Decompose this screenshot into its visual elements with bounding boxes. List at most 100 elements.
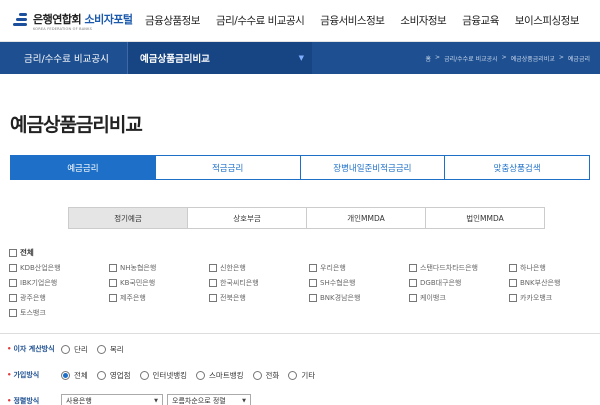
chevron-down-icon: ▼ (242, 398, 246, 404)
radio-compound-interest[interactable]: 복리 (96, 344, 124, 355)
bank-checkbox[interactable]: 우리은행 (309, 261, 409, 274)
checkbox-icon (209, 263, 217, 272)
checkbox-icon (109, 278, 117, 287)
bank-checkbox[interactable]: 광주은행 (9, 291, 109, 304)
bank-checkbox[interactable]: IBK기업은행 (9, 276, 109, 289)
tab-custom-search[interactable]: 맞춤상품검색 (444, 156, 589, 179)
bank-label: BNK경남은행 (320, 293, 361, 302)
checkbox-icon (309, 278, 317, 287)
divider (0, 333, 600, 334)
radio-join-smart[interactable]: 스마트뱅킹 (196, 370, 244, 381)
breadcrumb-separator: > (558, 53, 564, 61)
radio-icon (96, 344, 106, 354)
subtab-personal-mmda[interactable]: 개인MMDA (306, 207, 426, 229)
radio-icon (196, 370, 206, 380)
logo-mark-icon (13, 12, 30, 29)
bank-label: 토스뱅크 (20, 308, 46, 317)
checkbox-icon (509, 263, 517, 272)
nav-item-consumer[interactable]: 소비자정보 (400, 13, 446, 28)
bank-label: 신한은행 (220, 263, 246, 272)
join-method-label: • 가입방식 (7, 371, 40, 379)
sort-field-select[interactable]: 사용은행 ▼ (61, 393, 163, 405)
breadcrumb: 홈 > 금리/수수료 비교공시 > 예금상품금리비교 > 예금금리 (312, 54, 600, 63)
bank-checkbox[interactable]: DGB대구은행 (409, 276, 509, 289)
bank-label: 한국씨티은행 (220, 278, 259, 287)
chevron-down-icon: ▼ (298, 54, 304, 62)
bank-label: 스탠다드차타드은행 (420, 263, 478, 272)
bank-label: 하나은행 (520, 263, 546, 272)
breadcrumb-home[interactable]: 홈 (426, 54, 432, 63)
bank-label: BNK부산은행 (520, 278, 561, 287)
breadcrumb-rates[interactable]: 금리/수수료 비교공시 (444, 54, 498, 63)
nav-item-services[interactable]: 금융서비스정보 (320, 13, 385, 28)
bank-label: IBK기업은행 (20, 278, 58, 287)
checkbox-icon (109, 263, 117, 272)
radio-icon (61, 344, 70, 354)
checkbox-icon (109, 293, 117, 302)
bank-checkbox[interactable]: BNK경남은행 (309, 291, 409, 304)
location-level1[interactable]: 금리/수수료 비교공시 (0, 42, 128, 74)
radio-icon (139, 370, 149, 380)
logo[interactable]: 은행연합회 소비자포털 KOREA FEDERATION OF BANKS (0, 11, 145, 31)
radio-icon (96, 370, 106, 380)
subtab-fixed-deposit[interactable]: 정기예금 (68, 207, 188, 229)
bank-label: 카카오뱅크 (520, 293, 553, 302)
all-banks-checkbox[interactable]: 전체 (9, 246, 600, 259)
tab-deposit-rate[interactable]: 예금금리 (11, 156, 155, 179)
breadcrumb-deposit-compare[interactable]: 예금상품금리비교 (511, 54, 555, 63)
bank-label: 광주은행 (20, 293, 46, 302)
checkbox-icon (9, 248, 17, 257)
radio-simple-interest[interactable]: 단리 (61, 344, 88, 355)
sub-tabs: 정기예금 상호부금 개인MMDA 법인MMDA (68, 207, 600, 229)
radio-join-other[interactable]: 기타 (288, 370, 315, 381)
bank-checkbox[interactable]: 한국씨티은행 (209, 276, 309, 289)
bank-label: 제주은행 (120, 293, 146, 302)
chevron-down-icon: ▼ (154, 398, 158, 404)
bank-checkbox[interactable]: 전북은행 (209, 291, 309, 304)
logo-subtitle: KOREA FEDERATION OF BANKS (33, 26, 93, 31)
radio-selected-icon (61, 370, 70, 380)
bank-checkbox[interactable]: KB국민은행 (109, 276, 209, 289)
nav-item-education[interactable]: 금융교육 (462, 13, 499, 28)
bank-checkbox[interactable]: 하나은행 (509, 261, 600, 274)
bank-checkbox[interactable]: SH수협은행 (309, 276, 409, 289)
checkbox-icon (309, 263, 317, 272)
subtab-corporate-mmda[interactable]: 법인MMDA (425, 207, 545, 229)
bank-checkbox[interactable]: 토스뱅크 (9, 306, 109, 319)
subtab-installment[interactable]: 상호부금 (187, 207, 307, 229)
bank-selector: 전체 KDB산업은행 NH농협은행 신한은행 우리은행 스탠다드차타드은행 하나은행 IBK… (0, 229, 600, 319)
bank-checkbox[interactable]: KDB산업은행 (9, 261, 109, 274)
bank-label: 케이뱅크 (420, 293, 446, 302)
bank-checkbox[interactable]: 스탠다드차타드은행 (409, 261, 509, 274)
page-title: 예금상품금리비교 (10, 114, 143, 136)
bank-label: SH수협은행 (320, 278, 356, 287)
bank-checkbox[interactable]: BNK부산은행 (509, 276, 600, 289)
interest-method-label: • 이자 계산방식 (7, 345, 55, 353)
radio-join-internet[interactable]: 인터넷뱅킹 (139, 370, 187, 381)
bank-checkbox[interactable]: 케이뱅크 (409, 291, 509, 304)
location-level2-label: 예금상품금리비교 (140, 54, 210, 65)
main-tabs: 예금금리 적금금리 장병내일준비적금금리 맞춤상품검색 (10, 155, 590, 180)
radio-join-branch[interactable]: 영업점 (96, 370, 131, 381)
checkbox-icon (409, 263, 417, 272)
bank-checkbox[interactable]: 카카오뱅크 (509, 291, 600, 304)
bank-label: NH농협은행 (120, 263, 157, 272)
radio-icon (288, 370, 298, 380)
bank-label: 우리은행 (320, 263, 346, 272)
tab-savings-rate[interactable]: 적금금리 (154, 156, 300, 179)
bank-checkbox[interactable]: 제주은행 (109, 291, 209, 304)
breadcrumb-separator: > (501, 53, 507, 61)
bank-label: 전북은행 (220, 293, 246, 302)
sort-order-select[interactable]: 오름차순으로 정렬 ▼ (167, 393, 251, 405)
tab-soldier-savings[interactable]: 장병내일준비적금금리 (299, 156, 445, 179)
radio-join-all[interactable]: 전체 (61, 370, 88, 381)
bank-checkbox[interactable]: NH농협은행 (109, 261, 209, 274)
checkbox-icon (9, 263, 17, 272)
bank-checkbox[interactable]: 신한은행 (209, 261, 309, 274)
nav-item-rates[interactable]: 금리/수수료 비교공시 (216, 13, 305, 28)
nav-item-products[interactable]: 금융상품정보 (145, 13, 200, 28)
location-level2-dropdown[interactable]: 예금상품금리비교 ▼ (128, 42, 312, 74)
radio-join-phone[interactable]: 전화 (252, 370, 279, 381)
nav-item-voicephishing[interactable]: 보이스피싱정보 (515, 13, 580, 28)
bank-grid: KDB산업은행 NH농협은행 신한은행 우리은행 스탠다드차타드은행 하나은행 IBK기업은… (9, 261, 600, 319)
